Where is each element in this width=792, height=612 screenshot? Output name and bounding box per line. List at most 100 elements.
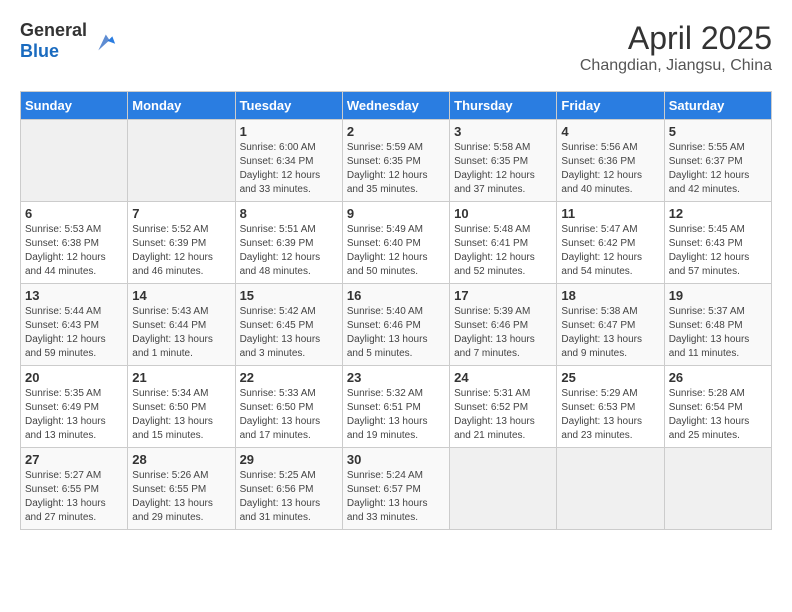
weekday-header-row: SundayMondayTuesdayWednesdayThursdayFrid…: [21, 92, 772, 120]
day-info: Sunrise: 5:47 AMSunset: 6:42 PMDaylight:…: [561, 223, 659, 279]
day-number: 10: [454, 206, 552, 221]
calendar-cell: 6 Sunrise: 5:53 AMSunset: 6:38 PMDaylight…: [21, 202, 128, 284]
day-number: 8: [240, 206, 338, 221]
day-info: Sunrise: 5:25 AMSunset: 6:56 PMDaylight:…: [240, 469, 338, 525]
calendar-week-1: 1Sunrise: 6:00 AMSunset: 6:34 PMDaylight…: [21, 120, 772, 202]
day-number: 9: [347, 206, 445, 221]
day-info: Sunrise: 5:55 AMSunset: 6:37 PMDaylight:…: [669, 141, 767, 197]
calendar-cell: 21 Sunrise: 5:34 AMSunset: 6:50 PMDayligh…: [128, 366, 235, 448]
day-number: 26: [669, 370, 767, 385]
calendar-cell: 22 Sunrise: 5:33 AMSunset: 6:50 PMDayligh…: [235, 366, 342, 448]
day-number: 18: [561, 288, 659, 303]
day-info: Sunrise: 5:53 AMSunset: 6:38 PMDaylight:…: [25, 223, 123, 279]
day-number: 2: [347, 124, 445, 139]
day-number: 21: [132, 370, 230, 385]
location-title: Changdian, Jiangsu, China: [580, 57, 772, 75]
day-number: 22: [240, 370, 338, 385]
calendar-cell: 8 Sunrise: 5:51 AMSunset: 6:39 PMDaylight…: [235, 202, 342, 284]
day-info: Sunrise: 5:29 AMSunset: 6:53 PMDaylight:…: [561, 387, 659, 443]
calendar-cell: 27 Sunrise: 5:27 AMSunset: 6:55 PMDayligh…: [21, 448, 128, 530]
calendar-cell: 9 Sunrise: 5:49 AMSunset: 6:40 PMDaylight…: [342, 202, 449, 284]
weekday-header-saturday: Saturday: [664, 92, 771, 120]
weekday-header-wednesday: Wednesday: [342, 92, 449, 120]
day-info: Sunrise: 5:38 AMSunset: 6:47 PMDaylight:…: [561, 305, 659, 361]
day-info: Sunrise: 5:43 AMSunset: 6:44 PMDaylight:…: [132, 305, 230, 361]
calendar-cell: 1Sunrise: 6:00 AMSunset: 6:34 PMDaylight…: [235, 120, 342, 202]
logo-text: General Blue: [20, 20, 87, 62]
calendar-week-3: 13 Sunrise: 5:44 AMSunset: 6:43 PMDayligh…: [21, 284, 772, 366]
day-number: 28: [132, 452, 230, 467]
day-info: Sunrise: 5:27 AMSunset: 6:55 PMDaylight:…: [25, 469, 123, 525]
month-title: April 2025: [580, 20, 772, 57]
day-info: Sunrise: 5:37 AMSunset: 6:48 PMDaylight:…: [669, 305, 767, 361]
calendar-cell: 28 Sunrise: 5:26 AMSunset: 6:55 PMDayligh…: [128, 448, 235, 530]
day-info: Sunrise: 5:58 AMSunset: 6:35 PMDaylight:…: [454, 141, 552, 197]
logo-blue: Blue: [20, 41, 59, 61]
day-info: Sunrise: 5:35 AMSunset: 6:49 PMDaylight:…: [25, 387, 123, 443]
day-info: Sunrise: 5:39 AMSunset: 6:46 PMDaylight:…: [454, 305, 552, 361]
calendar-cell: 16 Sunrise: 5:40 AMSunset: 6:46 PMDayligh…: [342, 284, 449, 366]
calendar-table: SundayMondayTuesdayWednesdayThursdayFrid…: [20, 91, 772, 530]
day-number: 17: [454, 288, 552, 303]
calendar-cell: 23Sunrise: 5:32 AMSunset: 6:51 PMDayligh…: [342, 366, 449, 448]
calendar-cell: 10 Sunrise: 5:48 AMSunset: 6:41 PMDayligh…: [450, 202, 557, 284]
title-area: April 2025 Changdian, Jiangsu, China: [580, 20, 772, 75]
day-info: Sunrise: 5:26 AMSunset: 6:55 PMDaylight:…: [132, 469, 230, 525]
day-info: Sunrise: 5:40 AMSunset: 6:46 PMDaylight:…: [347, 305, 445, 361]
calendar-cell: 14 Sunrise: 5:43 AMSunset: 6:44 PMDayligh…: [128, 284, 235, 366]
day-number: 16: [347, 288, 445, 303]
day-number: 13: [25, 288, 123, 303]
calendar-cell: 4 Sunrise: 5:56 AMSunset: 6:36 PMDaylight…: [557, 120, 664, 202]
calendar-cell: 11 Sunrise: 5:47 AMSunset: 6:42 PMDayligh…: [557, 202, 664, 284]
logo-general: General: [20, 20, 87, 40]
calendar-cell: 5Sunrise: 5:55 AMSunset: 6:37 PMDaylight…: [664, 120, 771, 202]
day-number: 27: [25, 452, 123, 467]
day-number: 11: [561, 206, 659, 221]
calendar-cell: 7Sunrise: 5:52 AMSunset: 6:39 PMDaylight…: [128, 202, 235, 284]
day-info: Sunrise: 5:24 AMSunset: 6:57 PMDaylight:…: [347, 469, 445, 525]
day-number: 3: [454, 124, 552, 139]
day-number: 7: [132, 206, 230, 221]
day-info: Sunrise: 5:42 AMSunset: 6:45 PMDaylight:…: [240, 305, 338, 361]
weekday-header-tuesday: Tuesday: [235, 92, 342, 120]
calendar-cell: 20 Sunrise: 5:35 AMSunset: 6:49 PMDayligh…: [21, 366, 128, 448]
day-number: 20: [25, 370, 123, 385]
calendar-cell: [664, 448, 771, 530]
logo: General Blue: [20, 20, 117, 62]
day-info: Sunrise: 5:34 AMSunset: 6:50 PMDaylight:…: [132, 387, 230, 443]
day-info: Sunrise: 5:49 AMSunset: 6:40 PMDaylight:…: [347, 223, 445, 279]
weekday-header-monday: Monday: [128, 92, 235, 120]
calendar-cell: 24Sunrise: 5:31 AMSunset: 6:52 PMDayligh…: [450, 366, 557, 448]
calendar-cell: 19Sunrise: 5:37 AMSunset: 6:48 PMDayligh…: [664, 284, 771, 366]
day-number: 4: [561, 124, 659, 139]
calendar-week-2: 6 Sunrise: 5:53 AMSunset: 6:38 PMDaylight…: [21, 202, 772, 284]
day-info: Sunrise: 5:45 AMSunset: 6:43 PMDaylight:…: [669, 223, 767, 279]
day-number: 12: [669, 206, 767, 221]
day-info: Sunrise: 5:44 AMSunset: 6:43 PMDaylight:…: [25, 305, 123, 361]
calendar-week-5: 27 Sunrise: 5:27 AMSunset: 6:55 PMDayligh…: [21, 448, 772, 530]
calendar-cell: 13 Sunrise: 5:44 AMSunset: 6:43 PMDayligh…: [21, 284, 128, 366]
day-info: Sunrise: 5:48 AMSunset: 6:41 PMDaylight:…: [454, 223, 552, 279]
day-info: Sunrise: 5:28 AMSunset: 6:54 PMDaylight:…: [669, 387, 767, 443]
day-info: Sunrise: 5:56 AMSunset: 6:36 PMDaylight:…: [561, 141, 659, 197]
calendar-cell: [128, 120, 235, 202]
calendar-cell: 17 Sunrise: 5:39 AMSunset: 6:46 PMDayligh…: [450, 284, 557, 366]
calendar-cell: [21, 120, 128, 202]
day-number: 6: [25, 206, 123, 221]
day-number: 29: [240, 452, 338, 467]
logo-icon: [89, 27, 117, 55]
calendar-cell: 15 Sunrise: 5:42 AMSunset: 6:45 PMDayligh…: [235, 284, 342, 366]
calendar-cell: 25Sunrise: 5:29 AMSunset: 6:53 PMDayligh…: [557, 366, 664, 448]
day-number: 24: [454, 370, 552, 385]
calendar-cell: 29 Sunrise: 5:25 AMSunset: 6:56 PMDayligh…: [235, 448, 342, 530]
day-number: 23: [347, 370, 445, 385]
page-header: General Blue April 2025 Changdian, Jiang…: [20, 20, 772, 75]
day-info: Sunrise: 5:51 AMSunset: 6:39 PMDaylight:…: [240, 223, 338, 279]
calendar-cell: 18 Sunrise: 5:38 AMSunset: 6:47 PMDayligh…: [557, 284, 664, 366]
day-info: Sunrise: 5:33 AMSunset: 6:50 PMDaylight:…: [240, 387, 338, 443]
day-number: 1: [240, 124, 338, 139]
day-number: 15: [240, 288, 338, 303]
weekday-header-friday: Friday: [557, 92, 664, 120]
day-number: 14: [132, 288, 230, 303]
calendar-cell: 12 Sunrise: 5:45 AMSunset: 6:43 PMDayligh…: [664, 202, 771, 284]
